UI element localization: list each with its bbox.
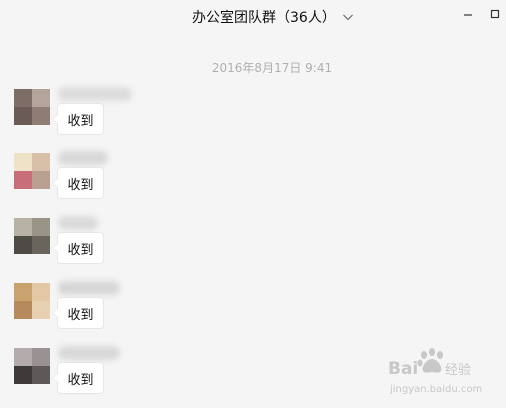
message-row: 收到	[0, 151, 506, 213]
message-bubble[interactable]: 收到	[52, 103, 104, 135]
chat-title: 办公室团队群（36人）	[192, 10, 336, 26]
avatar[interactable]	[14, 348, 50, 384]
message-bubble[interactable]: 收到	[52, 167, 104, 199]
message-text: 收到	[67, 307, 94, 323]
avatar-image	[14, 89, 50, 125]
message-text: 收到	[67, 113, 94, 129]
message-bubble[interactable]: 收到	[52, 232, 104, 264]
message-bubble[interactable]: 收到	[52, 362, 104, 394]
message-timestamp: 2016年8月17日 9:41	[211, 61, 333, 75]
message-bubble[interactable]: 收到	[52, 297, 104, 329]
avatar-image	[14, 283, 50, 319]
avatar-image	[14, 153, 50, 189]
avatar-image	[14, 218, 50, 254]
message-row: 收到	[0, 87, 506, 149]
sender-name	[58, 281, 120, 295]
message-text: 收到	[67, 372, 94, 388]
avatar-image	[14, 348, 50, 384]
baidu-watermark-logo: Bai 经验 jingyan.baidu.com	[388, 348, 482, 395]
message-row: 收到	[0, 216, 506, 278]
title-bar: 办公室团队群（36人）	[0, 0, 506, 34]
chevron-down-icon	[342, 14, 353, 21]
svg-text:Bai: Bai	[388, 359, 418, 379]
svg-text:jingyan.baidu.com: jingyan.baidu.com	[389, 384, 482, 395]
avatar[interactable]	[14, 283, 50, 319]
svg-text:经验: 经验	[445, 362, 471, 378]
message-row: 收到	[0, 281, 506, 343]
sender-name	[58, 87, 132, 101]
avatar[interactable]	[14, 153, 50, 189]
sender-name	[58, 346, 120, 360]
message-text: 收到	[67, 242, 94, 258]
avatar[interactable]	[14, 89, 50, 125]
avatar[interactable]	[14, 218, 50, 254]
maximize-icon[interactable]	[489, 8, 501, 20]
sender-name	[58, 216, 98, 230]
minimize-icon[interactable]	[462, 8, 474, 20]
sender-name	[58, 151, 108, 165]
message-text: 收到	[67, 177, 94, 193]
chat-title-button[interactable]: 办公室团队群（36人）	[192, 6, 354, 28]
